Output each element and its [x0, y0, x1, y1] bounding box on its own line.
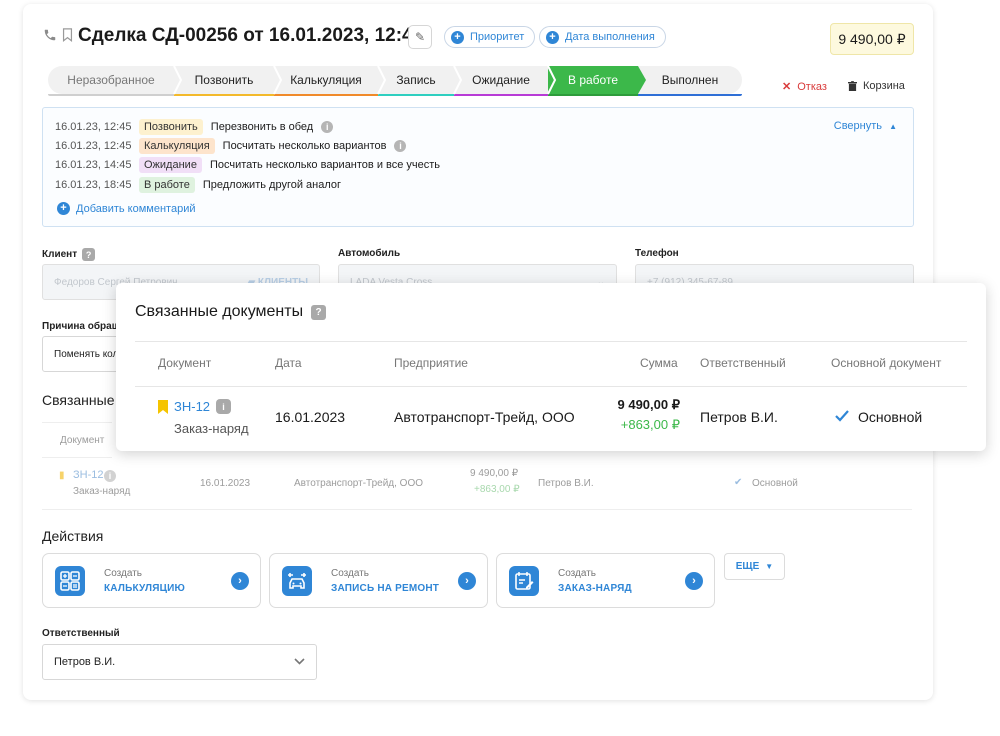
add-comment-link[interactable]: + Добавить комментарий	[57, 202, 195, 215]
linked-docs-row: ▮ ЗН-12 i Заказ-наряд 16.01.2023 Автотра…	[42, 458, 912, 510]
client-label: Клиент ?	[42, 248, 96, 261]
table-header: Документ Дата Предприятие Сумма Ответств…	[135, 341, 967, 387]
phone-icon[interactable]	[43, 28, 57, 45]
reject-label: Отказ	[797, 80, 827, 93]
col-company: Предприятие	[394, 356, 468, 370]
deal-total: 9 490,00 ₽	[830, 23, 914, 55]
col-sum: Сумма	[640, 356, 678, 370]
calculator-icon	[55, 566, 85, 596]
trash-label: Корзина	[863, 80, 905, 92]
help-icon[interactable]: ?	[82, 248, 96, 261]
actions-title: Действия	[42, 528, 104, 544]
doc-paid: +863,00 ₽	[620, 417, 680, 432]
status-tag: В работе	[139, 177, 195, 193]
chevron-right-icon: ›	[231, 572, 249, 590]
status-tag: Позвонить	[139, 119, 203, 135]
doc-responsible: Петров В.И.	[700, 409, 778, 425]
linked-docs-popup: Связанные документы ? Документ Дата Пред…	[116, 283, 986, 451]
create-repair-booking-button[interactable]: Создать ЗАПИСЬ НА РЕМОНТ ›	[269, 553, 488, 608]
bookmark-icon: ▮	[59, 470, 65, 481]
responsible-select[interactable]: Петров В.И.	[42, 644, 317, 680]
chevron-right-icon: ›	[458, 572, 476, 590]
doc-link[interactable]: ЗН-12	[73, 469, 104, 481]
chevron-up-icon: ▲	[889, 122, 897, 131]
doc-sum: 9 490,00 ₽	[617, 397, 681, 412]
check-icon	[835, 409, 849, 425]
caret-down-icon: ▼	[765, 562, 774, 571]
comment-text: Посчитать несколько вариантов и все учес…	[209, 159, 441, 171]
info-icon[interactable]: i	[321, 121, 334, 133]
stage-pipeline: Неразобранное Позвонить Калькуляция Запи…	[48, 66, 742, 96]
comment-item: 16.01.23, 12:45 Калькуляция Посчитать не…	[55, 138, 407, 154]
info-icon[interactable]: i	[216, 399, 231, 414]
phone-label: Телефон	[635, 248, 679, 259]
car-label: Автомобиль	[338, 248, 401, 259]
popup-title: Связанные документы ?	[135, 303, 327, 321]
comment-item: 16.01.23, 12:45 Позвонить Перезвонить в …	[55, 119, 334, 135]
comment-item: 16.01.23, 14:45 Ожидание Посчитать неско…	[55, 157, 441, 173]
due-date-button[interactable]: + Дата выполнения	[539, 26, 666, 48]
trash-icon	[848, 80, 857, 91]
priority-button[interactable]: + Приоритет	[444, 26, 536, 48]
info-icon[interactable]: i	[104, 470, 116, 482]
work-order-icon	[509, 566, 539, 596]
collapse-link[interactable]: Свернуть ▲	[834, 120, 897, 132]
info-icon[interactable]: i	[394, 140, 407, 152]
comments-panel: 16.01.23, 12:45 Позвонить Перезвонить в …	[42, 107, 914, 227]
col-date: Дата	[275, 356, 302, 370]
close-icon: ✕	[782, 81, 792, 93]
plus-icon: +	[451, 30, 464, 44]
check-icon: ✔	[734, 477, 743, 488]
doc-date: 16.01.2023	[275, 409, 346, 425]
linked-docs-header: Документ	[42, 422, 112, 458]
doc-company: Автотранспорт-Трейд, ООО	[394, 409, 575, 425]
more-button[interactable]: ЕЩЕ ▼	[724, 553, 785, 580]
edit-button[interactable]: ✎	[408, 25, 432, 49]
due-date-label: Дата выполнения	[565, 31, 655, 43]
reject-button[interactable]: ✕ Отказ	[782, 80, 827, 94]
status-tag: Ожидание	[139, 157, 202, 173]
create-work-order-button[interactable]: Создать ЗАКАЗ-НАРЯД ›	[496, 553, 715, 608]
bookmark-icon	[158, 400, 168, 417]
col-main: Основной документ	[831, 356, 942, 370]
help-icon[interactable]: ?	[311, 304, 327, 320]
plus-icon: +	[546, 30, 559, 44]
create-calculation-button[interactable]: Создать КАЛЬКУЛЯЦИЮ ›	[42, 553, 261, 608]
doc-type: Заказ-наряд	[174, 421, 249, 436]
car-repair-icon	[282, 566, 312, 596]
plus-icon: +	[57, 202, 70, 215]
col-responsible: Ответственный	[700, 356, 786, 370]
page-title: Сделка СД-00256 от 16.01.2023, 12:45	[78, 25, 424, 46]
trash-button[interactable]: Корзина	[848, 80, 905, 92]
col-document: Документ	[158, 356, 212, 370]
comment-text: Предложить другой аналог	[202, 179, 342, 191]
reason-label: Причина обращения	[42, 321, 116, 332]
comment-text: Посчитать несколько вариантов	[222, 140, 387, 152]
comment-item: 16.01.23, 18:45 В работе Предложить друг…	[55, 177, 342, 193]
chevron-down-icon	[294, 656, 305, 668]
priority-label: Приоритет	[470, 31, 525, 43]
comment-text: Перезвонить в обед	[210, 121, 314, 133]
status-tag: Калькуляция	[139, 138, 215, 154]
chevron-right-icon: ›	[685, 572, 703, 590]
stage-separators	[173, 66, 646, 95]
table-row: ЗН-12 i Заказ-наряд 16.01.2023 Автотранс…	[135, 389, 967, 443]
pencil-icon: ✎	[414, 30, 426, 44]
main-doc-label: Основной	[858, 409, 923, 425]
doc-link[interactable]: ЗН-12	[174, 399, 210, 414]
responsible-label: Ответственный	[42, 628, 120, 639]
linked-docs-title: Связанные документы	[42, 392, 114, 408]
bookmark-icon[interactable]	[62, 28, 73, 47]
